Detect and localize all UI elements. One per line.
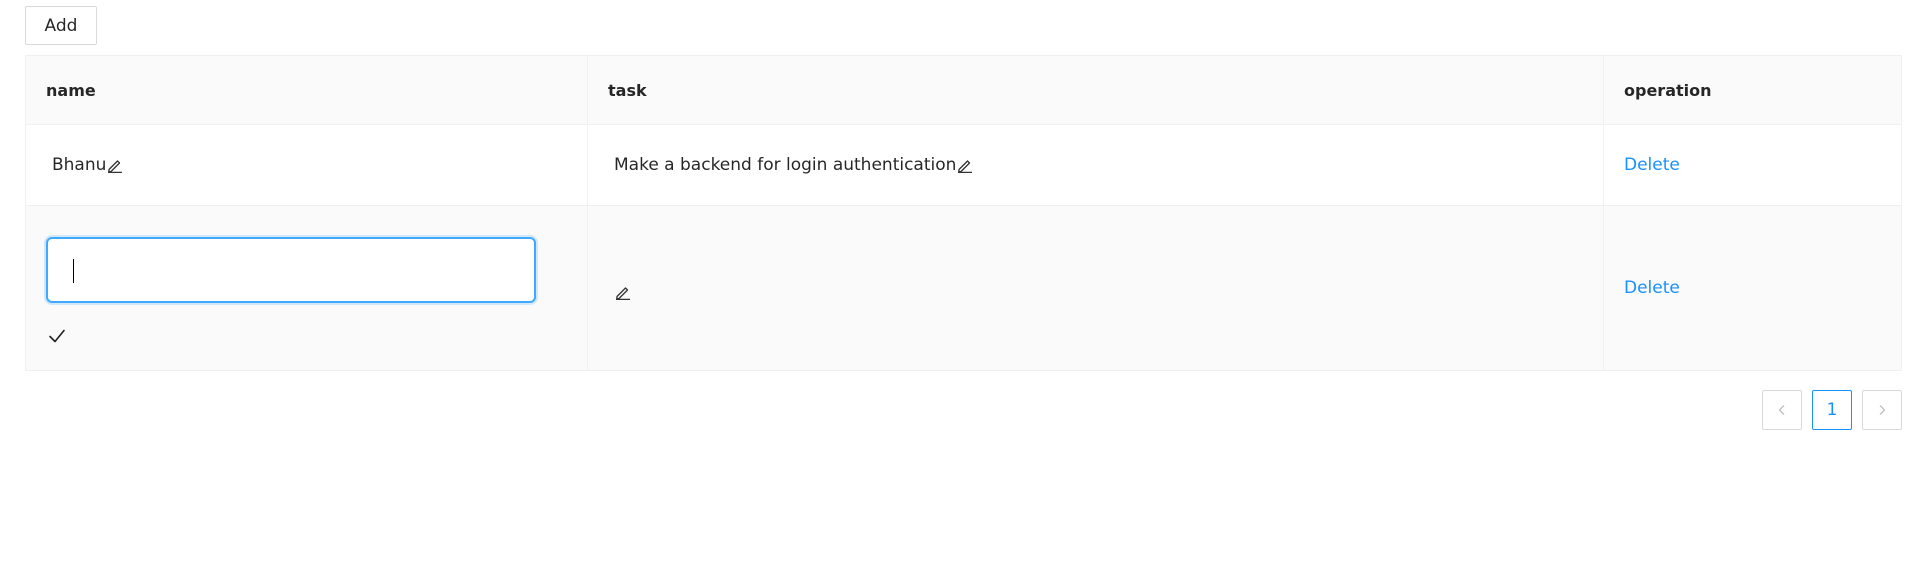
task-value: Make a backend for login authentication [614, 155, 957, 175]
add-button[interactable]: Add [25, 6, 97, 45]
column-header-operation: operation [1603, 55, 1902, 125]
name-input[interactable] [46, 237, 536, 303]
pagination: 1 [1762, 390, 1902, 430]
operation-cell: Delete [1603, 205, 1902, 371]
task-cell[interactable] [587, 205, 1604, 371]
editable-table: name task operation Bhanu Make a backend… [25, 55, 1902, 371]
operation-cell: Delete [1603, 124, 1902, 206]
page-number-button[interactable]: 1 [1812, 390, 1852, 430]
check-icon[interactable] [48, 327, 66, 345]
name-cell[interactable]: Bhanu [25, 124, 588, 206]
delete-link[interactable]: Delete [1624, 155, 1680, 175]
column-header-task: task [587, 55, 1604, 125]
table-row: Bhanu Make a backend for login authentic… [25, 124, 1902, 206]
table-header-row: name task operation [25, 55, 1902, 125]
column-header-name: name [25, 55, 588, 125]
page: Add name task operation Bhanu Make a bac… [0, 0, 1920, 567]
task-cell[interactable]: Make a backend for login authentication [587, 124, 1604, 206]
next-page-button[interactable] [1862, 390, 1902, 430]
delete-link[interactable]: Delete [1624, 278, 1680, 298]
chevron-right-icon [1879, 405, 1886, 415]
text-caret [73, 259, 74, 283]
name-cell-content[interactable]: Bhanu [46, 155, 123, 175]
edit-pencil-icon[interactable] [957, 157, 973, 173]
edit-pencil-icon[interactable] [615, 284, 631, 300]
table-row: Delete [25, 205, 1902, 371]
chevron-left-icon [1778, 405, 1785, 415]
previous-page-button[interactable] [1762, 390, 1802, 430]
task-cell-content[interactable]: Make a backend for login authentication [608, 155, 973, 175]
data-table: name task operation Bhanu Make a backend… [25, 55, 1902, 371]
name-value: Bhanu [52, 155, 107, 175]
edit-pencil-icon[interactable] [107, 157, 123, 173]
name-cell-editing [25, 205, 588, 371]
task-cell-content[interactable] [608, 284, 631, 300]
